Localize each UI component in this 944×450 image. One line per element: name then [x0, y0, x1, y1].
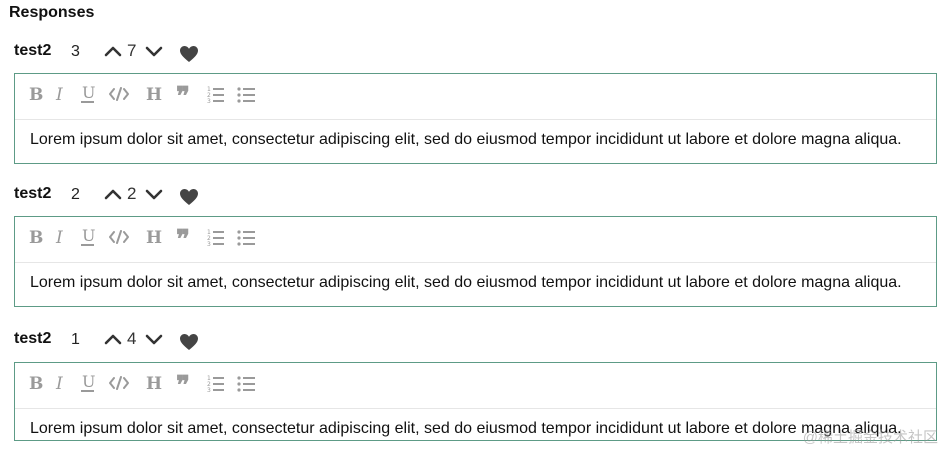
- downvote-chevron-down-icon[interactable]: [145, 186, 163, 204]
- response-editor: B I U H ❞ 1 2 3 Lorem ipsum dolor sit am…: [14, 73, 937, 164]
- svg-text:B: B: [29, 85, 43, 105]
- svg-text:❞: ❞: [176, 226, 190, 248]
- response-content[interactable]: Lorem ipsum dolor sit amet, consectetur …: [30, 131, 902, 149]
- svg-text:❞: ❞: [176, 372, 190, 394]
- bullet-list-icon[interactable]: [236, 226, 258, 248]
- upvote-chevron-up-icon[interactable]: [104, 185, 122, 203]
- heading-icon[interactable]: H: [143, 226, 165, 248]
- page-title: Responses: [9, 4, 95, 21]
- upvote-chevron-up-icon[interactable]: [104, 42, 122, 60]
- bold-icon[interactable]: B: [26, 83, 48, 105]
- underline-icon[interactable]: U: [78, 83, 100, 105]
- response-author: test2: [14, 330, 52, 347]
- downvote-chevron-down-icon[interactable]: [145, 331, 163, 349]
- vote-count: 2: [127, 184, 137, 203]
- editor-toolbar: B I U H ❞ 1 2 3: [15, 363, 936, 409]
- response-editor: B I U H ❞ 1 2 3 Lorem ipsum dolor sit am…: [14, 362, 937, 441]
- ordered-list-icon[interactable]: 1 2 3: [206, 83, 228, 105]
- svg-text:U: U: [82, 372, 95, 391]
- svg-text:B: B: [29, 228, 43, 248]
- heading-icon[interactable]: H: [143, 83, 165, 105]
- downvote-chevron-down-icon[interactable]: [145, 43, 163, 61]
- quote-icon[interactable]: ❞: [174, 83, 196, 105]
- code-icon[interactable]: [108, 83, 130, 105]
- bullet-list-icon[interactable]: [236, 83, 258, 105]
- svg-text:I: I: [55, 228, 63, 248]
- bold-icon[interactable]: B: [26, 372, 48, 394]
- bullet-list-icon[interactable]: [236, 372, 258, 394]
- vote-count: 7: [127, 41, 137, 60]
- svg-text:3: 3: [207, 387, 211, 394]
- response-header: test2 2 2: [14, 183, 414, 207]
- response-rank: 2: [71, 186, 80, 203]
- bold-icon[interactable]: B: [26, 226, 48, 248]
- upvote-chevron-up-icon[interactable]: [104, 330, 122, 348]
- heading-icon[interactable]: H: [143, 372, 165, 394]
- response-author: test2: [14, 42, 52, 59]
- svg-text:U: U: [82, 226, 95, 245]
- underline-icon[interactable]: U: [78, 372, 100, 394]
- svg-text:❞: ❞: [176, 83, 190, 105]
- italic-icon[interactable]: I: [51, 83, 73, 105]
- response-content[interactable]: Lorem ipsum dolor sit amet, consectetur …: [30, 420, 902, 438]
- svg-text:3: 3: [207, 241, 211, 248]
- svg-text:I: I: [55, 85, 63, 105]
- ordered-list-icon[interactable]: 1 2 3: [206, 372, 228, 394]
- italic-icon[interactable]: I: [51, 226, 73, 248]
- response-content[interactable]: Lorem ipsum dolor sit amet, consectetur …: [30, 274, 902, 292]
- response-rank: 3: [71, 43, 80, 60]
- editor-toolbar: B I U H ❞ 1 2 3: [15, 74, 936, 120]
- svg-text:H: H: [146, 374, 162, 394]
- response-header: test2 1 4: [14, 328, 414, 352]
- heart-icon[interactable]: [179, 45, 199, 63]
- response-editor: B I U H ❞ 1 2 3 Lorem ipsum dolor sit am…: [14, 216, 937, 307]
- svg-text:B: B: [29, 374, 43, 394]
- code-icon[interactable]: [108, 372, 130, 394]
- quote-icon[interactable]: ❞: [174, 372, 196, 394]
- svg-text:H: H: [146, 228, 162, 248]
- code-icon[interactable]: [108, 226, 130, 248]
- watermark: @稀土掘金技术社区: [802, 429, 938, 446]
- editor-toolbar: B I U H ❞ 1 2 3: [15, 217, 936, 263]
- heart-icon[interactable]: [179, 188, 199, 206]
- svg-text:H: H: [146, 85, 162, 105]
- response-rank: 1: [71, 331, 80, 348]
- vote-count: 4: [127, 329, 137, 348]
- response-author: test2: [14, 185, 52, 202]
- italic-icon[interactable]: I: [51, 372, 73, 394]
- svg-text:U: U: [82, 83, 95, 102]
- svg-text:I: I: [55, 374, 63, 394]
- response-header: test2 3 7: [14, 40, 414, 64]
- ordered-list-icon[interactable]: 1 2 3: [206, 226, 228, 248]
- underline-icon[interactable]: U: [78, 226, 100, 248]
- heart-icon[interactable]: [179, 333, 199, 351]
- svg-text:3: 3: [207, 98, 211, 105]
- quote-icon[interactable]: ❞: [174, 226, 196, 248]
